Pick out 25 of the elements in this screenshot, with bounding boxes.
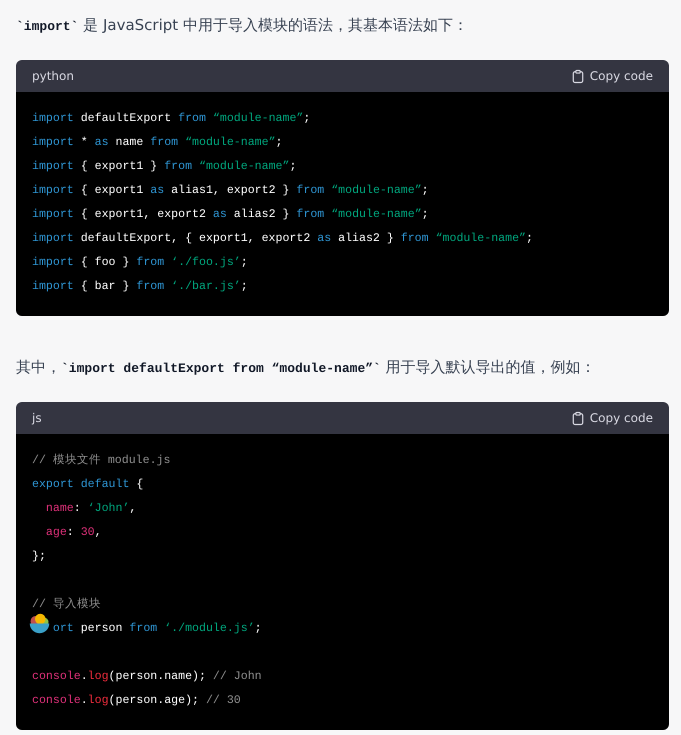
copy-code-button[interactable]: Copy code <box>572 410 653 426</box>
code-line: import { foo } from ‘./foo.js’; <box>32 255 248 271</box>
language-label: python <box>32 69 74 83</box>
code-line: import { bar } from ‘./bar.js’; <box>32 279 248 295</box>
code-line: import defaultExport from “module-name”; <box>32 111 310 127</box>
code-line: name: ‘John’, <box>44 501 136 517</box>
code-line: // 导入模块 <box>32 596 101 613</box>
code-line: console.log(person.name); // John <box>32 669 262 685</box>
code-line: import { export1, export2 as alias2 } from “module-name”; <box>32 207 429 223</box>
code-line: export default { <box>32 477 144 493</box>
bowl-icon <box>29 612 50 635</box>
copy-code-button[interactable]: Copy code <box>572 68 653 84</box>
code-line: // 模块文件 module.js <box>32 452 170 469</box>
code-line: age: 30, <box>44 525 102 541</box>
code-line: }; <box>32 549 46 565</box>
clipboard-icon <box>572 410 584 426</box>
language-label: js <box>32 411 42 425</box>
code-line: import defaultExport, { export1, export2 as alias2 } from “module-name”; <box>32 231 533 247</box>
paragraph: `import` 是 JavaScript 中用于导入模块的语法，其基本语法如下： <box>16 15 469 36</box>
code-line: console.log(person.age); // 30 <box>32 693 241 709</box>
clipboard-icon <box>572 68 584 84</box>
code-line: import { export1 } from “module-name”; <box>32 159 296 175</box>
code-line: import { export1 as alias1, export2 } from “module-name”; <box>32 183 429 199</box>
paragraph: 其中，`import defaultExport from “module-name”` 用于导入默认导出的值，例如： <box>16 357 597 378</box>
code-line: import * as name from “module-name”; <box>32 135 283 151</box>
